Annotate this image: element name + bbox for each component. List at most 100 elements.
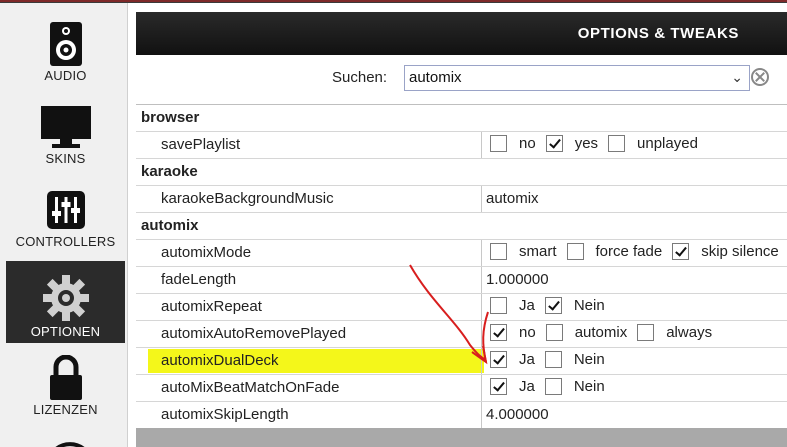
checkbox[interactable] xyxy=(637,324,655,341)
choice-label: Nein xyxy=(573,378,605,395)
column-divider xyxy=(481,402,482,428)
speaker-icon xyxy=(6,17,125,71)
options-panel: OPTIONS & TWEAKS Suchen: ⌄ browser saveP… xyxy=(136,12,787,447)
option-name: autoMixBeatMatchOnFade xyxy=(161,379,340,396)
checkbox[interactable] xyxy=(490,378,507,395)
checkbox[interactable] xyxy=(544,378,562,395)
checkbox[interactable] xyxy=(490,243,507,260)
nav-label-controllers: CONTROLLERS xyxy=(15,234,116,249)
clear-search-icon[interactable] xyxy=(751,68,769,86)
nav-label-audio: AUDIO xyxy=(44,68,87,83)
column-divider xyxy=(481,348,482,374)
section-header: browser xyxy=(136,105,787,132)
nav-label-lizenzen: LIZENZEN xyxy=(33,402,98,417)
nav-item-lizenzen[interactable]: LIZENZEN xyxy=(6,341,125,421)
choice-label: smart xyxy=(519,243,557,260)
choice-no[interactable]: no xyxy=(490,135,536,152)
checkbox[interactable] xyxy=(490,135,507,152)
choice-label: Nein xyxy=(573,351,605,368)
section-title: browser xyxy=(141,109,200,126)
choice-smart[interactable]: smart xyxy=(490,243,557,260)
choice-no[interactable]: no xyxy=(490,324,536,341)
choice-label: Ja xyxy=(519,378,535,395)
option-row-saveplaylist: savePlaylist no yes unplayed xyxy=(136,132,787,159)
option-row-automixskiplength: automixSkipLength 4.000000 xyxy=(136,402,787,429)
choice-skip-silence[interactable]: skip silence xyxy=(672,243,779,260)
choice-unplayed[interactable]: unplayed xyxy=(608,135,698,152)
top-accent xyxy=(0,0,787,2)
option-row-karaokebackgroundmusic: karaokeBackgroundMusic automix xyxy=(136,186,787,213)
checkbox[interactable] xyxy=(672,243,690,260)
option-name: automixRepeat xyxy=(161,298,262,315)
option-name: automixSkipLength xyxy=(161,406,289,423)
option-choices: no yes unplayed xyxy=(490,135,708,152)
lock-icon xyxy=(6,351,125,405)
column-divider xyxy=(481,375,482,401)
option-row-fadelength: fadeLength 1.000000 xyxy=(136,267,787,294)
choice-label: Nein xyxy=(573,297,605,314)
monitor-icon xyxy=(6,100,125,154)
choice-ja[interactable]: Ja xyxy=(490,378,535,395)
checkbox[interactable] xyxy=(566,243,584,260)
choice-nein[interactable]: Nein xyxy=(544,351,605,368)
nav-item-skins[interactable]: SKINS xyxy=(6,90,125,170)
section-title: karaoke xyxy=(141,163,198,180)
column-divider xyxy=(481,132,482,158)
option-name: automixDualDeck xyxy=(161,352,279,369)
choice-automix[interactable]: automix xyxy=(545,324,627,341)
search-input[interactable] xyxy=(409,68,719,87)
section-title: automix xyxy=(141,217,199,234)
choice-label: unplayed xyxy=(637,135,698,152)
checkbox[interactable] xyxy=(490,297,507,314)
choice-yes[interactable]: yes xyxy=(545,135,599,152)
search-combobox[interactable]: ⌄ xyxy=(404,65,750,91)
sliders-icon xyxy=(6,183,125,237)
checkbox[interactable] xyxy=(490,351,507,368)
option-choices: Ja Nein xyxy=(490,351,615,368)
option-value[interactable]: 1.000000 xyxy=(486,271,549,288)
nav-item-optionen[interactable]: OPTIONEN xyxy=(6,261,125,343)
section-header: automix xyxy=(136,213,787,240)
option-row-automixautoremoveplayed: automixAutoRemovePlayed no automix alway… xyxy=(136,321,787,348)
checkbox[interactable] xyxy=(608,135,626,152)
section-header: karaoke xyxy=(136,159,787,186)
choice-ja[interactable]: Ja xyxy=(490,351,535,368)
choice-label: Ja xyxy=(519,297,535,314)
sidebar-nav: AUDIO SKINS CONTROLLERS OPTIONEN LIZENZE… xyxy=(0,3,128,447)
choice-always[interactable]: always xyxy=(637,324,712,341)
choice-ja[interactable]: Ja xyxy=(490,297,535,314)
wifi-icon xyxy=(50,431,90,447)
checkbox[interactable] xyxy=(490,324,507,341)
checkbox[interactable] xyxy=(544,297,562,314)
option-value[interactable]: 4.000000 xyxy=(486,406,549,423)
options-grid: browser savePlaylist no yes unplayed kar… xyxy=(136,104,787,429)
option-name: automixMode xyxy=(161,244,252,261)
choice-label: skip silence xyxy=(701,243,779,260)
nav-item-controllers[interactable]: CONTROLLERS xyxy=(6,173,125,253)
option-row-automixdualdeck: automixDualDeck Ja Nein xyxy=(136,348,787,375)
option-choices: Ja Nein xyxy=(490,378,615,395)
option-choices: Ja Nein xyxy=(490,297,615,314)
nav-label-skins: SKINS xyxy=(45,151,86,166)
choice-nein[interactable]: Nein xyxy=(544,378,605,395)
nav-item-audio[interactable]: AUDIO xyxy=(6,7,125,87)
column-divider xyxy=(481,267,482,293)
option-name: karaokeBackgroundMusic xyxy=(161,190,334,207)
column-divider xyxy=(481,294,482,320)
option-value[interactable]: automix xyxy=(486,190,539,207)
chevron-down-icon[interactable]: ⌄ xyxy=(731,69,743,86)
gear-icon xyxy=(6,271,125,325)
column-divider xyxy=(481,186,482,212)
option-row-automixrepeat: automixRepeat Ja Nein xyxy=(136,294,787,321)
option-choices: smart force fade skip silence xyxy=(490,243,787,260)
choice-force-fade[interactable]: force fade xyxy=(566,243,662,260)
checkbox[interactable] xyxy=(545,324,563,341)
checkbox[interactable] xyxy=(544,351,562,368)
option-name: fadeLength xyxy=(161,271,237,288)
search-row: Suchen: ⌄ xyxy=(136,55,787,102)
checkbox[interactable] xyxy=(545,135,563,152)
option-row-automixbeatmatchonfade: autoMixBeatMatchOnFade Ja Nein xyxy=(136,375,787,402)
choice-label: yes xyxy=(574,135,599,152)
choice-label: no xyxy=(519,324,536,341)
choice-nein[interactable]: Nein xyxy=(544,297,605,314)
